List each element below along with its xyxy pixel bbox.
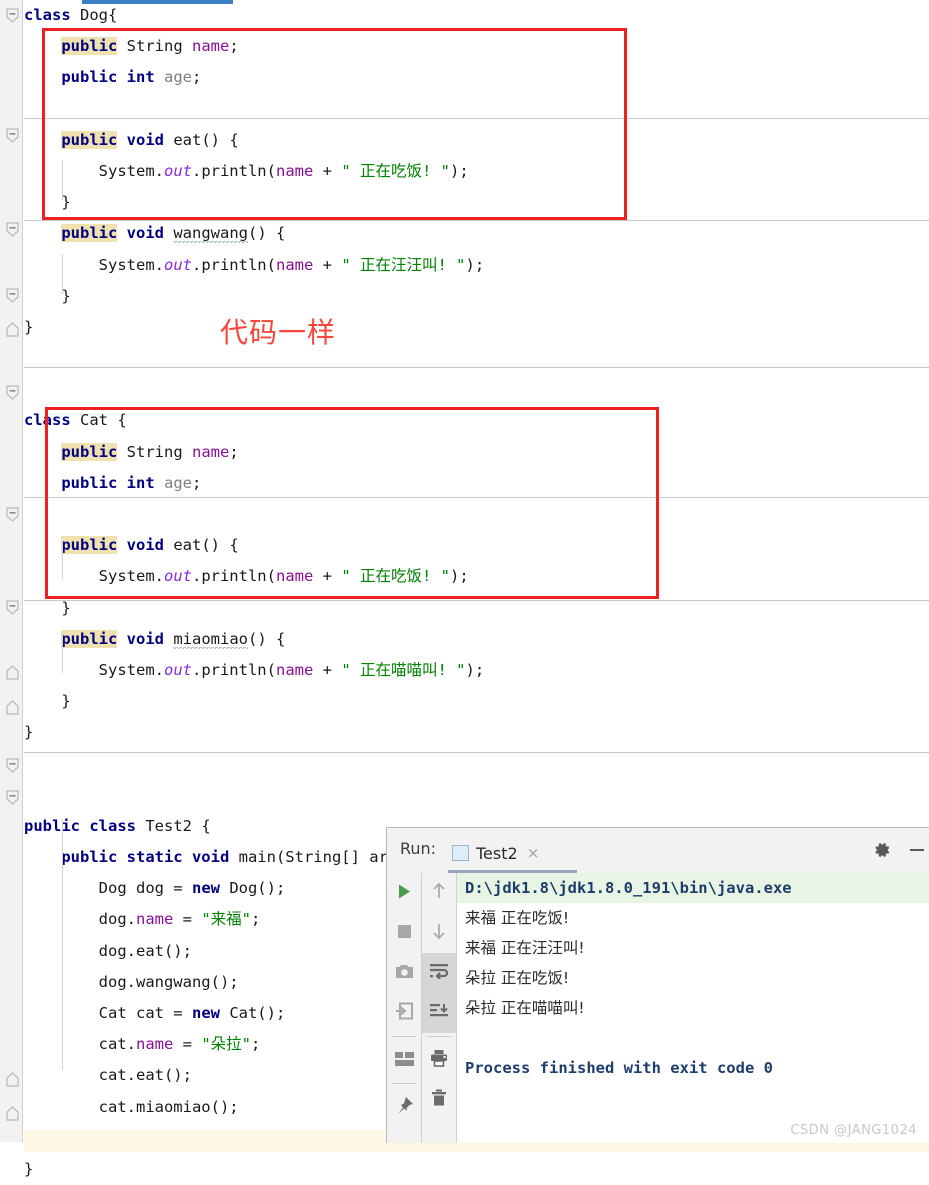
arrow-down-icon [431, 922, 447, 944]
watermark: CSDN @JANG1024 [790, 1123, 917, 1138]
pin-button[interactable] [387, 1087, 421, 1127]
toolbar-divider [392, 1036, 416, 1037]
soft-wrap-button[interactable] [422, 953, 456, 993]
print-icon [430, 1049, 448, 1071]
code-line: public void eat() { [61, 536, 239, 555]
code-line: class Dog{ [24, 6, 118, 24]
fold-expanded-icon[interactable] [6, 222, 19, 237]
gear-icon[interactable] [872, 840, 892, 860]
fold-end-icon[interactable] [6, 322, 19, 337]
export-icon [395, 1002, 413, 1024]
fold-expanded-icon[interactable] [6, 600, 19, 615]
toolbar-divider [392, 1083, 416, 1084]
run-left-toolbar[interactable] [387, 873, 421, 1143]
code-line: public String name; [61, 442, 239, 461]
code-line: System.out.println(name + " 正在喵喵叫! "); [98, 660, 485, 679]
console-line: 朵拉 正在吃饭! [465, 969, 570, 987]
indent-guide [62, 160, 63, 200]
fold-expanded-icon[interactable] [6, 8, 19, 23]
code-line: System.out.println(name + " 正在吃饭! "); [98, 567, 469, 586]
indent-guide [62, 820, 63, 1070]
down-button[interactable] [422, 913, 456, 953]
soft-wrap-icon [429, 963, 449, 983]
code-line: } [24, 317, 34, 336]
code-line: } [61, 286, 71, 305]
code-line: public String name; [61, 37, 239, 56]
run-config-icon [452, 845, 469, 861]
run-tab-test2[interactable]: Test2 × [448, 834, 543, 872]
gutter-divider [22, 0, 23, 1142]
fold-expanded-icon[interactable] [6, 128, 19, 143]
close-icon[interactable]: × [527, 844, 540, 862]
fold-end-icon[interactable] [6, 665, 19, 680]
code-line: public int age; [61, 68, 202, 87]
console-output[interactable]: D:\jdk1.8\jdk1.8.0_191\bin\java.exe 来福 正在… [456, 873, 929, 1143]
print-button[interactable] [422, 1040, 456, 1080]
code-line: public void miaomiao() { [61, 629, 286, 649]
up-button[interactable] [422, 873, 456, 913]
clear-button[interactable] [422, 1080, 456, 1120]
code-line: } [61, 692, 71, 711]
scroll-end-button[interactable] [422, 993, 456, 1033]
fold-expanded-icon[interactable] [6, 507, 19, 522]
fold-expanded-icon[interactable] [6, 288, 19, 303]
fold-end-icon[interactable] [6, 1072, 19, 1087]
pin-icon [395, 1096, 414, 1119]
trash-icon [431, 1089, 447, 1111]
run-label: Run: [400, 839, 437, 858]
fold-expanded-icon[interactable] [6, 758, 19, 773]
stop-button[interactable] [387, 913, 421, 953]
play-icon [396, 883, 413, 904]
run-panel-header: Run: Test2 × [387, 828, 929, 873]
console-line: 来福 正在吃饭! [465, 909, 570, 927]
console-line: 朵拉 正在喵喵叫! [465, 999, 585, 1017]
code-line: System.out.println(name + " 正在汪汪叫! "); [98, 255, 485, 274]
arrow-up-icon [431, 882, 447, 904]
console-line: D:\jdk1.8\jdk1.8.0_191\bin\java.exe [457, 873, 929, 903]
fold-expanded-icon[interactable] [6, 790, 19, 805]
annotation-text: 代码一样 [220, 316, 337, 349]
run-tool-window[interactable]: Run: Test2 × D:\jdk1.8\jdk1.8.0_191\bin\… [386, 827, 929, 1143]
code-line: } [24, 723, 34, 742]
stop-icon [397, 924, 412, 943]
snapshot-button[interactable] [387, 953, 421, 993]
indent-guide [62, 539, 63, 579]
run-tab-title: Test2 [476, 843, 518, 863]
indent-guide [62, 254, 63, 294]
editor-gutter[interactable] [0, 0, 23, 1142]
layout-icon [394, 1051, 414, 1070]
code-line: } [61, 598, 71, 617]
minimize-icon[interactable] [910, 849, 924, 851]
camera-icon [395, 963, 414, 983]
console-line: Process finished with exit code 0 [465, 1059, 773, 1077]
toolbar-divider [427, 1036, 451, 1037]
code-line: public int age; [61, 473, 202, 492]
export-button[interactable] [387, 993, 421, 1033]
code-line: public void wangwang() { [61, 224, 286, 244]
indent-guide [62, 633, 63, 673]
run-right-toolbar[interactable] [421, 873, 456, 1143]
code-line: public void eat() { [61, 130, 239, 149]
code-line: System.out.println(name + " 正在吃饭! "); [98, 161, 469, 180]
fold-expanded-icon[interactable] [6, 385, 19, 400]
code-line: } [61, 193, 71, 212]
code-line: class Cat { [24, 411, 127, 430]
rerun-button[interactable] [387, 873, 421, 913]
scroll-to-end-icon [429, 1003, 449, 1023]
console-line: 来福 正在汪汪叫! [465, 939, 585, 957]
fold-end-icon[interactable] [6, 1106, 19, 1121]
fold-end-icon[interactable] [6, 700, 19, 715]
layout-button[interactable] [387, 1040, 421, 1080]
code-line: } [24, 1159, 34, 1178]
